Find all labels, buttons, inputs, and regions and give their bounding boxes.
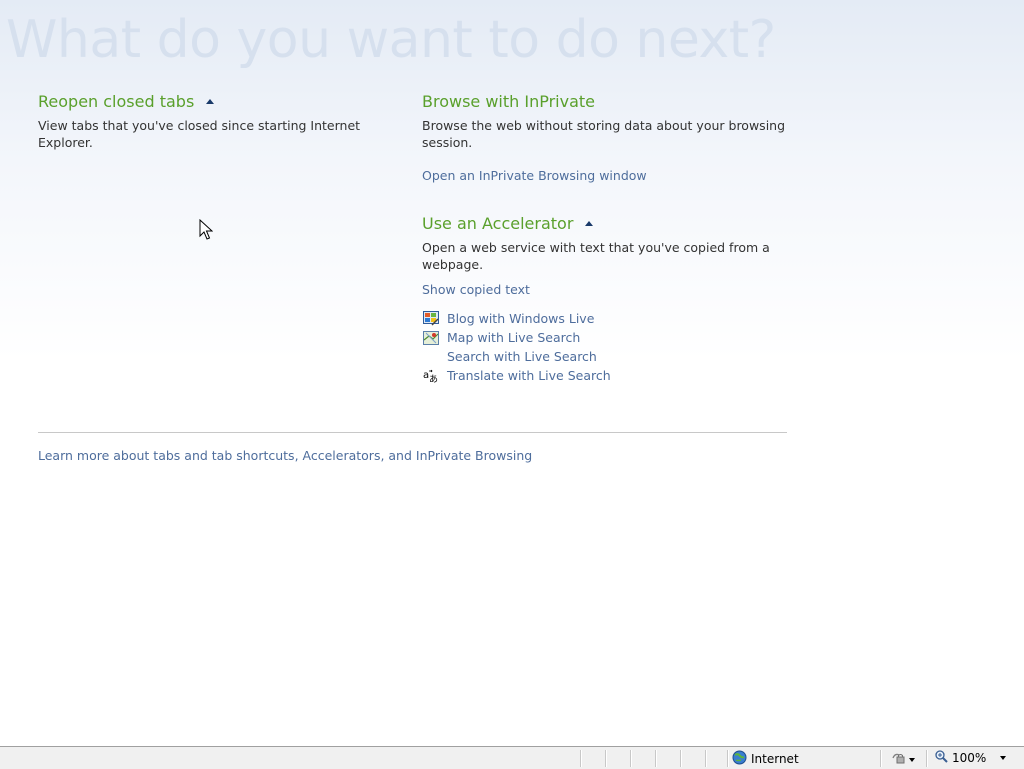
chevron-down-icon: [1000, 756, 1007, 760]
accelerator-list: Blog with Windows Live Map with Live Sea…: [422, 309, 822, 385]
accelerator-label: Translate with Live Search: [447, 368, 611, 383]
learn-more-link[interactable]: Learn more about tabs and tab shortcuts,…: [38, 448, 532, 463]
zone-label: Internet: [751, 752, 799, 766]
reopen-title: Reopen closed tabs: [38, 92, 195, 111]
globe-icon: [732, 750, 747, 768]
accelerator-map-item[interactable]: Map with Live Search: [422, 328, 822, 347]
show-copied-text-link[interactable]: Show copied text: [422, 282, 822, 297]
security-zone[interactable]: Internet: [732, 750, 799, 768]
accelerator-blog-item[interactable]: Blog with Windows Live: [422, 309, 822, 328]
zoom-level: 100%: [952, 751, 987, 765]
inprivate-title: Browse with InPrivate: [422, 92, 596, 111]
inprivate-heading: Browse with InPrivate: [422, 92, 792, 111]
accelerator-description: Open a web service with text that you've…: [422, 240, 770, 272]
status-separator: [727, 750, 729, 767]
page-title: What do you want to do next?: [6, 10, 776, 70]
status-bar: Internet 100%: [0, 746, 1024, 769]
blank-icon: [422, 349, 440, 365]
status-separator: [630, 750, 632, 767]
inprivate-description: Browse the web without storing data abou…: [422, 118, 786, 150]
collapse-arrow-icon[interactable]: [206, 99, 215, 104]
status-separator: [580, 750, 582, 767]
status-separator: [605, 750, 607, 767]
map-icon: [422, 330, 440, 346]
accelerator-heading: Use an Accelerator: [422, 214, 822, 233]
translate-icon: a あ: [422, 368, 440, 384]
accelerator-label: Search with Live Search: [447, 349, 597, 364]
accelerator-translate-item[interactable]: a あ Translate with Live Search: [422, 366, 822, 385]
reopen-heading: Reopen closed tabs: [38, 92, 408, 111]
collapse-arrow-icon[interactable]: [585, 221, 594, 226]
accelerator-section: Use an Accelerator Open a web service wi…: [422, 214, 822, 385]
status-separator: [880, 750, 882, 767]
status-separator: [680, 750, 682, 767]
status-separator: [655, 750, 657, 767]
windows-live-icon: [422, 311, 440, 327]
protected-mode-toggle[interactable]: [890, 751, 915, 768]
svg-text:あ: あ: [429, 374, 438, 383]
status-separator: [926, 750, 928, 767]
lock-icon: [890, 751, 906, 768]
accelerator-title: Use an Accelerator: [422, 214, 574, 233]
inprivate-section: Browse with InPrivate Browse the web wit…: [422, 92, 792, 183]
reopen-section: Reopen closed tabs View tabs that you've…: [38, 92, 408, 151]
reopen-description: View tabs that you've closed since start…: [38, 118, 361, 150]
accelerator-search-item[interactable]: Search with Live Search: [422, 347, 822, 366]
chevron-down-icon: [909, 757, 915, 762]
mouse-cursor-icon: [199, 218, 214, 245]
open-inprivate-link[interactable]: Open an InPrivate Browsing window: [422, 168, 792, 183]
status-separator: [705, 750, 707, 767]
accelerator-label: Map with Live Search: [447, 330, 581, 345]
accelerator-label: Blog with Windows Live: [447, 311, 595, 326]
zoom-icon: [935, 750, 948, 766]
zoom-control[interactable]: 100%: [935, 750, 1007, 766]
divider: [38, 432, 787, 433]
